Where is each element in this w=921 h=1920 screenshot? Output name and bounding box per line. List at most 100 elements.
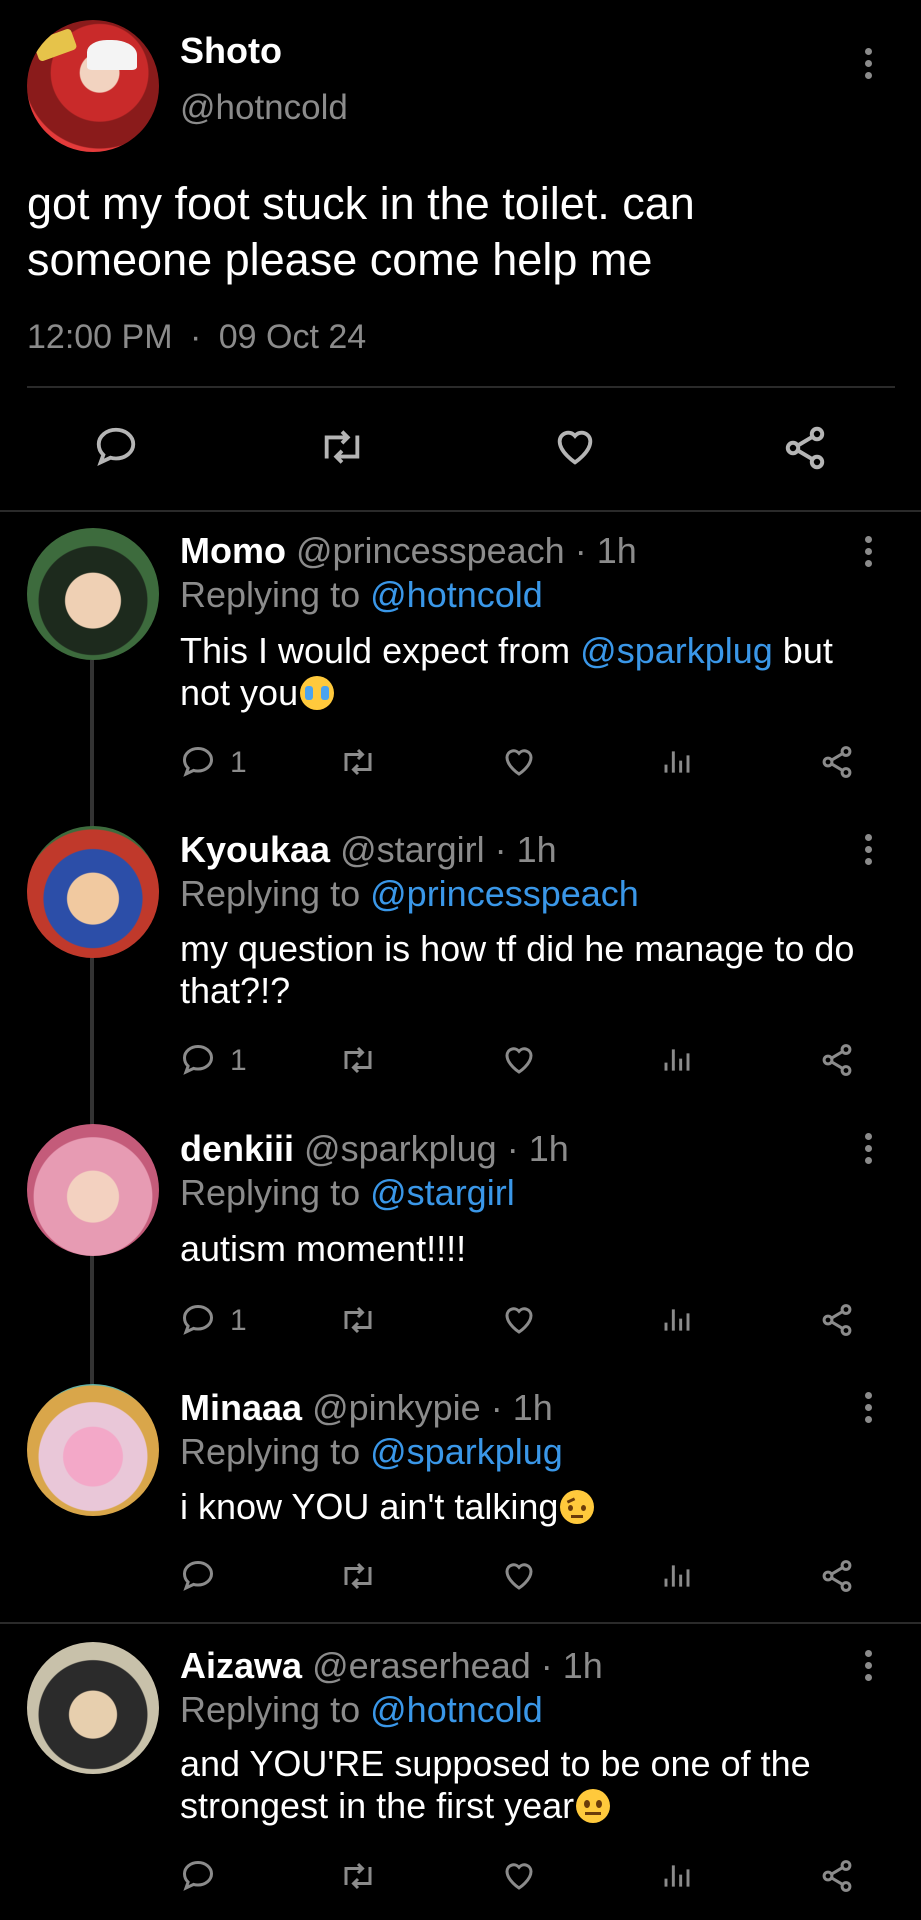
- reply-count: 1: [230, 746, 247, 779]
- reply-age: · 1h: [506, 1128, 569, 1169]
- reply-icon[interactable]: [180, 1558, 216, 1594]
- avatar[interactable]: [27, 20, 159, 152]
- share-icon[interactable]: [780, 424, 830, 472]
- reply-author-handle[interactable]: @princesspeach: [296, 530, 565, 571]
- neutral-face-emoji-icon: [576, 1789, 611, 1823]
- share-icon[interactable]: [818, 1042, 856, 1078]
- reply-author-handle[interactable]: @eraserhead: [312, 1645, 531, 1686]
- raised-eyebrow-emoji-icon: [560, 1490, 595, 1524]
- tweet-time: 12:00 PM: [27, 318, 173, 356]
- reply-header: Minaaa @pinkypie · 1h: [180, 1386, 553, 1430]
- reply-header: Aizawa @eraserhead · 1h: [180, 1644, 603, 1688]
- more-options-icon[interactable]: [863, 834, 873, 865]
- reply-header: Momo @princesspeach · 1h: [180, 529, 637, 573]
- reply-text-line: that?!?: [180, 970, 291, 1011]
- reply-text: autism moment!!!!: [180, 1228, 920, 1270]
- like-icon[interactable]: [500, 744, 538, 780]
- retweet-icon[interactable]: [338, 1858, 378, 1894]
- reply-text-segment: This I would expect from: [180, 630, 581, 671]
- replying-to-link[interactable]: @sparkplug: [370, 1431, 563, 1472]
- retweet-icon[interactable]: [338, 1042, 378, 1078]
- more-options-icon[interactable]: [863, 48, 873, 79]
- reply-text: i know YOU ain't talking: [180, 1486, 920, 1528]
- reply-author-name[interactable]: denkiii: [180, 1128, 294, 1169]
- more-options-icon[interactable]: [863, 536, 873, 567]
- retweet-icon[interactable]: [338, 744, 378, 780]
- reply-author-name[interactable]: Kyoukaa: [180, 829, 330, 870]
- reply-action-bar: [0, 1556, 921, 1600]
- replying-to-label: Replying to: [180, 574, 361, 615]
- avatar[interactable]: [27, 528, 159, 660]
- crying-emoji-icon: [300, 676, 335, 710]
- reply-author-handle[interactable]: @sparkplug: [304, 1128, 497, 1169]
- avatar[interactable]: [27, 1642, 159, 1774]
- replying-to-link[interactable]: @hotncold: [370, 1689, 543, 1730]
- share-icon[interactable]: [818, 1302, 856, 1338]
- replying-to-link[interactable]: @princesspeach: [370, 873, 639, 914]
- replying-to-label: Replying to: [180, 1431, 361, 1472]
- views-icon[interactable]: [662, 1858, 694, 1894]
- tweet-date: 09 Oct 24: [218, 318, 367, 356]
- avatar[interactable]: [27, 1124, 159, 1256]
- replying-to-label: Replying to: [180, 873, 361, 914]
- tweet-timestamp: 12:00 PM · 09 Oct 24: [27, 318, 366, 357]
- replying-to-label: Replying to: [180, 1689, 361, 1730]
- replying-to: Replying to @sparkplug: [180, 1430, 563, 1474]
- reply-age: · 1h: [574, 530, 637, 571]
- like-icon[interactable]: [500, 1042, 538, 1078]
- share-icon[interactable]: [818, 744, 856, 780]
- retweet-icon[interactable]: [338, 1302, 378, 1338]
- reply-text-segment: but: [772, 630, 833, 671]
- reply-author-handle[interactable]: @stargirl: [340, 829, 485, 870]
- like-icon[interactable]: [551, 424, 599, 470]
- avatar[interactable]: [27, 826, 159, 958]
- reply-icon[interactable]: [180, 744, 216, 780]
- views-icon[interactable]: [662, 1042, 694, 1078]
- reply-author-name[interactable]: Aizawa: [180, 1645, 302, 1686]
- views-icon[interactable]: [662, 1558, 694, 1594]
- reply-icon[interactable]: [180, 1302, 216, 1338]
- author-name[interactable]: Shoto: [180, 30, 282, 72]
- retweet-icon[interactable]: [317, 424, 367, 470]
- reply-age: · 1h: [494, 829, 557, 870]
- reply-text-line: i know YOU ain't talking: [180, 1486, 559, 1527]
- reply-icon[interactable]: [180, 1858, 216, 1894]
- reply-action-bar: 1: [0, 1300, 921, 1344]
- author-handle[interactable]: @hotncold: [180, 88, 348, 128]
- views-icon[interactable]: [662, 1302, 694, 1338]
- reply-author-name[interactable]: Momo: [180, 530, 286, 571]
- share-icon[interactable]: [818, 1858, 856, 1894]
- reply-text-segment: not you: [180, 672, 299, 713]
- reply-age: · 1h: [540, 1645, 603, 1686]
- reply-age: · 1h: [490, 1387, 553, 1428]
- reply-action-bar: 1: [0, 742, 921, 786]
- reply-text-line: strongest in the first year: [180, 1785, 575, 1826]
- reply-action-bar: 1: [0, 1040, 921, 1084]
- like-icon[interactable]: [500, 1302, 538, 1338]
- replying-to-label: Replying to: [180, 1172, 361, 1213]
- replying-to-link[interactable]: @hotncold: [370, 574, 543, 615]
- divider: [27, 386, 895, 388]
- avatar[interactable]: [27, 1384, 159, 1516]
- reply-author-handle[interactable]: @pinkypie: [312, 1387, 481, 1428]
- divider: [0, 510, 921, 512]
- more-options-icon[interactable]: [863, 1392, 873, 1423]
- views-icon[interactable]: [662, 744, 694, 780]
- replying-to: Replying to @hotncold: [180, 573, 543, 617]
- mention-link[interactable]: @sparkplug: [580, 630, 773, 671]
- like-icon[interactable]: [500, 1858, 538, 1894]
- more-options-icon[interactable]: [863, 1650, 873, 1681]
- reply-icon[interactable]: [180, 1042, 216, 1078]
- like-icon[interactable]: [500, 1558, 538, 1594]
- reply-text-line: autism moment!!!!: [180, 1228, 467, 1269]
- reply-count: 1: [230, 1044, 247, 1077]
- more-options-icon[interactable]: [863, 1133, 873, 1164]
- reply-icon[interactable]: [93, 424, 139, 470]
- reply-text-line: my question is how tf did he manage to d…: [180, 928, 855, 969]
- replying-to-link[interactable]: @stargirl: [370, 1172, 515, 1213]
- retweet-icon[interactable]: [338, 1558, 378, 1594]
- reply-text: This I would expect from @sparkplug but …: [180, 630, 920, 714]
- reply-author-name[interactable]: Minaaa: [180, 1387, 302, 1428]
- replying-to: Replying to @princesspeach: [180, 872, 639, 916]
- share-icon[interactable]: [818, 1558, 856, 1594]
